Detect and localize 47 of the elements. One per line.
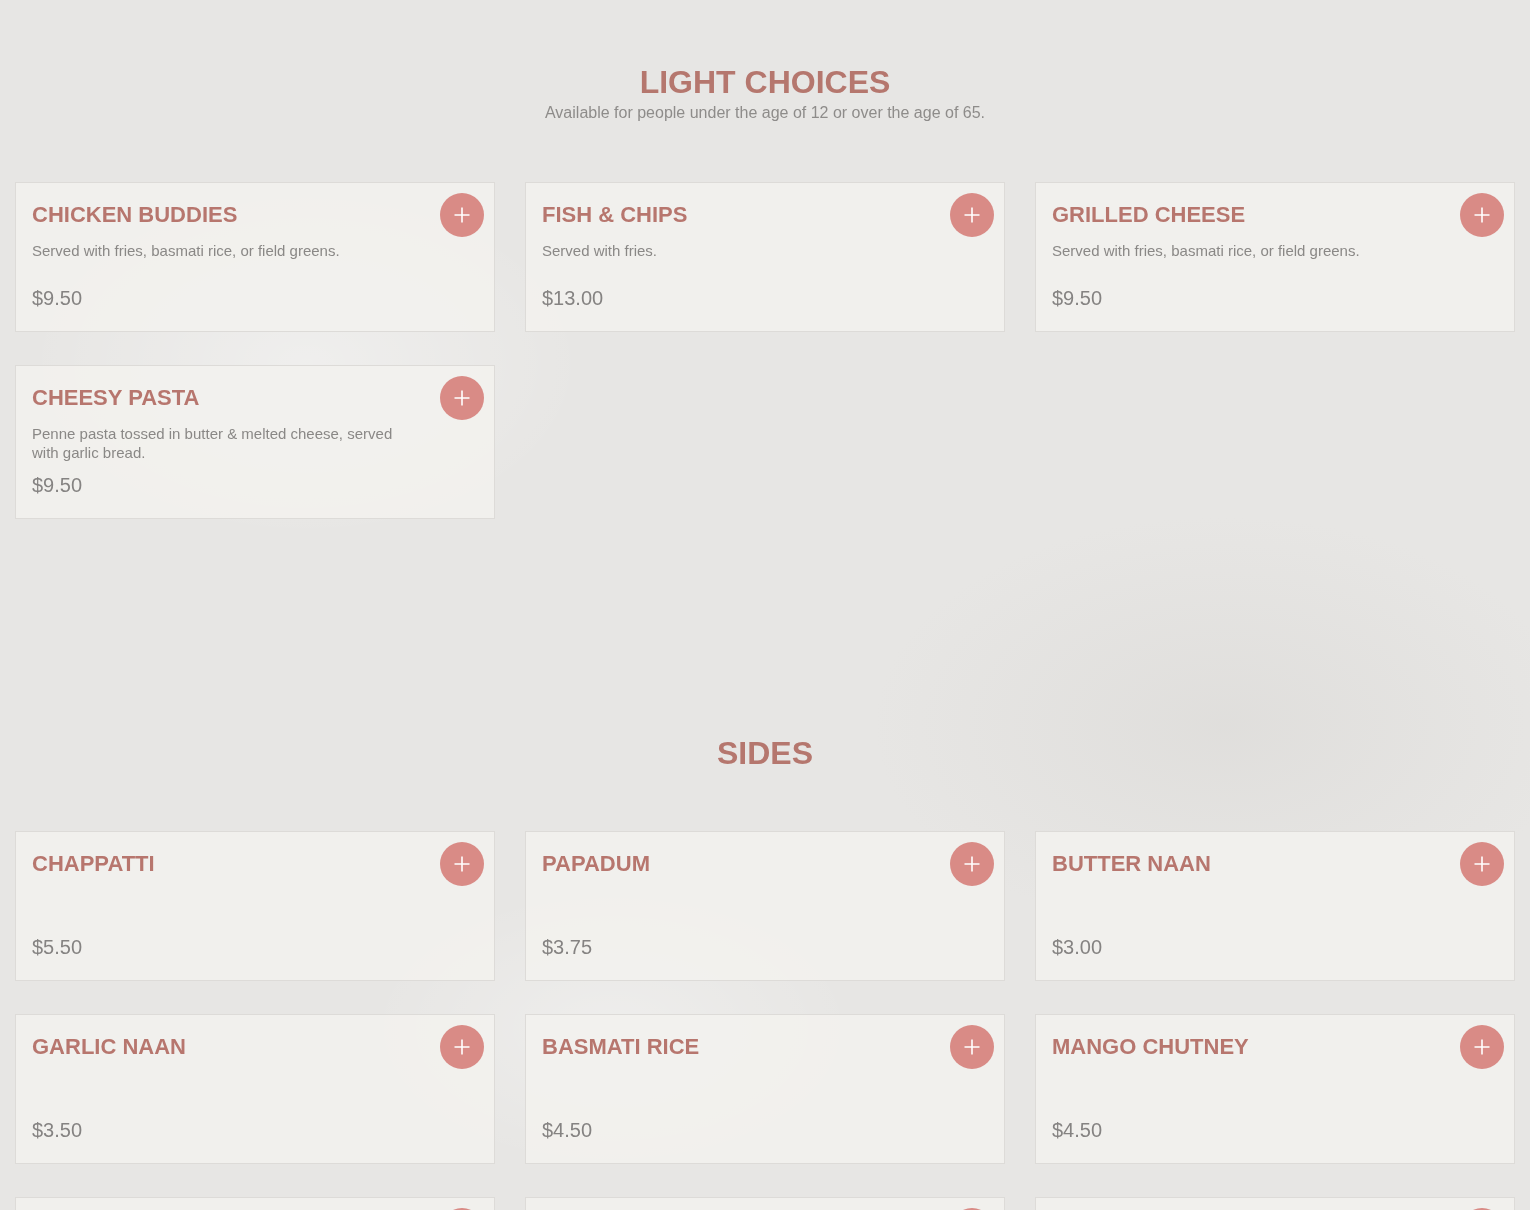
plus-icon [964, 1039, 980, 1055]
dish-name: MANGO CHUTNEY [1052, 1034, 1249, 1060]
dish-description: Served with fries. [542, 241, 659, 260]
dish-price: $13.00 [542, 286, 604, 311]
dish-name: FISH & CHIPS [542, 202, 688, 228]
plus-icon [964, 207, 980, 223]
plus-icon [1474, 856, 1490, 872]
add-button[interactable] [950, 193, 994, 237]
add-button[interactable] [440, 193, 484, 237]
add-button[interactable] [950, 1025, 994, 1069]
plus-icon [964, 856, 980, 872]
dish-name: PAPADUM [542, 851, 650, 877]
section-heading: LIGHT CHOICES [639, 63, 891, 101]
dish-name: CHICKEN BUDDIES [32, 202, 238, 228]
section-heading: SIDES [717, 734, 813, 772]
add-button[interactable] [1460, 842, 1504, 886]
dish-name: BASMATI RICE [542, 1034, 700, 1060]
add-button[interactable] [440, 842, 484, 886]
dish-name: GARLIC NAAN [32, 1034, 186, 1060]
add-button[interactable] [1460, 193, 1504, 237]
dish-name: GRILLED CHEESE [1052, 202, 1246, 228]
dish-price: $3.50 [32, 1118, 83, 1143]
dish-description: Served with fries, basmati rice, or field greens. [1052, 241, 1361, 260]
add-button[interactable] [440, 1025, 484, 1069]
add-button[interactable] [950, 842, 994, 886]
plus-icon [1474, 207, 1490, 223]
section-subtitle: Available for people under the age of 12 or over the age of 65. [545, 103, 985, 123]
plus-icon [454, 390, 470, 406]
dish-name: BUTTER NAAN [1052, 851, 1211, 877]
dish-price: $9.50 [32, 286, 83, 311]
add-button[interactable] [1460, 1025, 1504, 1069]
dish-price: $4.50 [1052, 1118, 1103, 1143]
dish-price: $3.75 [542, 935, 593, 960]
plus-icon [454, 207, 470, 223]
dish-price: $9.50 [32, 473, 83, 498]
plus-icon [1474, 1039, 1490, 1055]
plus-icon [454, 856, 470, 872]
dish-description: Served with fries, basmati rice, or field greens. [32, 241, 341, 260]
dish-price: $4.50 [542, 1118, 593, 1143]
plus-icon [454, 1039, 470, 1055]
dish-price: $3.00 [1052, 935, 1103, 960]
dish-price: $5.50 [32, 935, 83, 960]
dish-name: CHAPPATTI [32, 851, 155, 877]
dish-description: Penne pasta tossed in butter & melted cheese, served with garlic bread. [32, 424, 394, 462]
dish-name: CHEESY PASTA [32, 385, 200, 411]
dish-price: $9.50 [1052, 286, 1103, 311]
add-button[interactable] [440, 376, 484, 420]
